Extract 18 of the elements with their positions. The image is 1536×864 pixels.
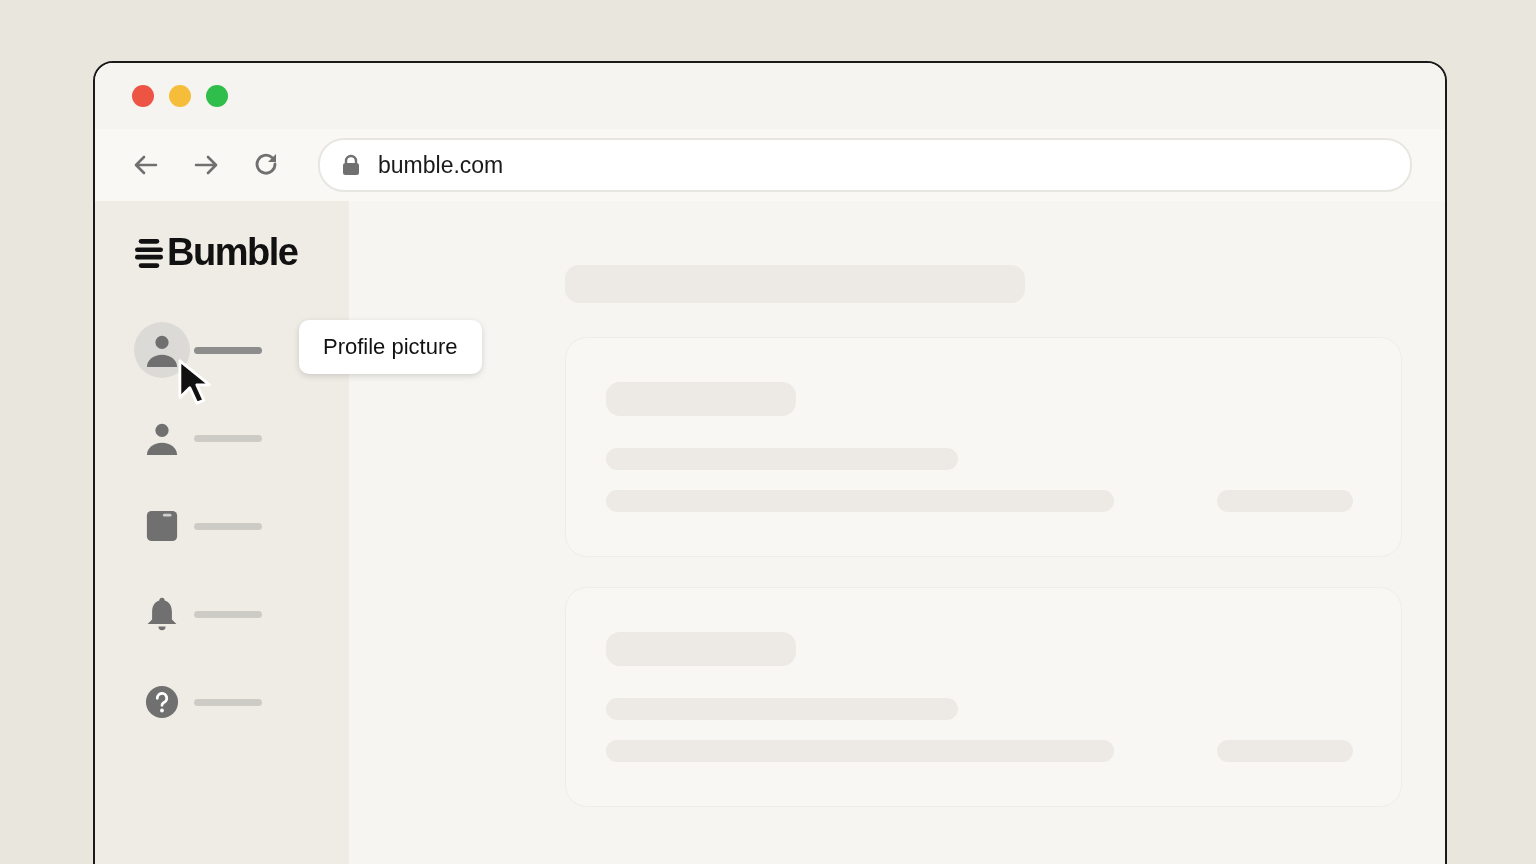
folder-icon <box>145 508 179 544</box>
help-icon <box>145 684 179 720</box>
label-placeholder <box>194 610 262 618</box>
brand-name: Bumble <box>167 231 298 274</box>
label-placeholder <box>194 698 262 706</box>
url-text: bumble.com <box>378 151 504 179</box>
bell-icon <box>145 596 179 632</box>
avatar-button[interactable] <box>134 322 190 378</box>
maximize-button[interactable] <box>206 85 228 107</box>
tooltip: Profile picture <box>299 320 482 374</box>
label-placeholder <box>194 522 262 530</box>
logo-icon <box>135 237 163 268</box>
lock-icon <box>342 154 360 176</box>
close-button[interactable] <box>132 85 154 107</box>
label-placeholder <box>194 346 262 354</box>
cursor-icon <box>177 358 211 406</box>
address-bar[interactable]: bumble.com <box>318 138 1412 192</box>
label-placeholder <box>194 434 262 442</box>
